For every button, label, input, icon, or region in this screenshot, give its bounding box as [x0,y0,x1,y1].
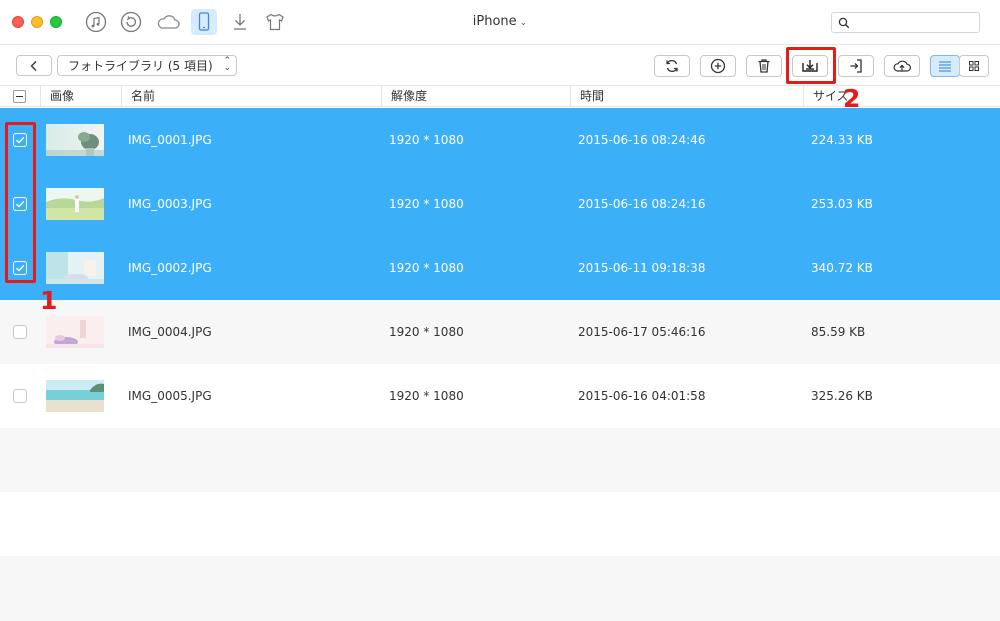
grid-view-icon [969,61,979,71]
refresh-button[interactable] [654,55,690,77]
table-row[interactable]: IMG_0004.JPG 1920 * 1080 2015-06-17 05:4… [0,300,1000,364]
trash-icon [758,59,770,73]
file-time: 2015-06-17 05:46:16 [578,325,706,339]
chevron-left-icon [30,60,37,71]
file-resolution: 1920 * 1080 [389,389,464,403]
grid-view-button[interactable] [959,55,989,77]
list-view-icon [939,61,951,72]
cloud-upload-icon [893,60,911,72]
table-row[interactable]: IMG_0001.JPG 1920 * 1080 2015-06-16 08:2… [0,108,1000,172]
table-row[interactable]: IMG_0002.JPG 1920 * 1080 2015-06-11 09:1… [0,236,1000,300]
file-name: IMG_0005.JPG [128,389,212,403]
column-image[interactable]: 画像 [40,86,121,107]
select-all-checkbox[interactable] [13,90,26,103]
column-resolution[interactable]: 解像度 [381,86,570,107]
title-bar: iPhone ⌄ [0,0,1000,45]
file-resolution: 1920 * 1080 [389,261,464,275]
table-row[interactable]: IMG_0005.JPG 1920 * 1080 2015-06-16 04:0… [0,364,1000,428]
file-size: 340.72 KB [811,261,873,275]
back-button[interactable] [16,55,52,76]
search-input[interactable] [831,12,980,33]
library-label: フォトライブラリ (5 項目) [68,59,213,73]
photo-thumbnail [46,380,104,412]
file-size: 325.26 KB [811,389,873,403]
annotation-step-1: 1 [40,286,58,315]
photo-thumbnail [46,124,104,156]
column-time[interactable]: 時間 [570,86,803,107]
refresh-icon [666,59,678,73]
file-resolution: 1920 * 1080 [389,325,464,339]
photo-thumbnail [46,252,104,284]
annotation-box-checkboxes [5,122,36,283]
list-view-button[interactable] [930,55,960,77]
photo-thumbnail [46,316,104,348]
empty-row [0,556,1000,621]
row-checkbox[interactable] [13,389,27,403]
file-name: IMG_0004.JPG [128,325,212,339]
cloud-upload-button[interactable] [884,55,920,77]
device-name: iPhone [472,14,517,29]
file-name: IMG_0003.JPG [128,197,212,211]
file-time: 2015-06-16 08:24:46 [578,133,706,147]
column-name[interactable]: 名前 [121,86,381,107]
file-name: IMG_0001.JPG [128,133,212,147]
add-icon [710,58,726,74]
photo-thumbnail [46,188,104,220]
updown-chevron-icon: ⌃ ⌄ [223,56,231,73]
file-size: 253.03 KB [811,197,873,211]
import-icon [850,59,862,73]
delete-button[interactable] [746,55,782,77]
file-name: IMG_0002.JPG [128,261,212,275]
file-time: 2015-06-11 09:18:38 [578,261,706,275]
file-size: 85.59 KB [811,325,866,339]
chevron-down-icon: ⌄ [519,18,528,28]
toolbar: フォトライブラリ (5 項目) ⌃ ⌄ [0,46,1000,86]
file-resolution: 1920 * 1080 [389,197,464,211]
empty-row [0,428,1000,492]
add-button[interactable] [700,55,736,77]
file-resolution: 1920 * 1080 [389,133,464,147]
file-time: 2015-06-16 08:24:16 [578,197,706,211]
import-button[interactable] [838,55,874,77]
empty-row [0,492,1000,556]
annotation-box-export [786,47,836,84]
file-size: 224.33 KB [811,133,873,147]
table-row[interactable]: IMG_0003.JPG 1920 * 1080 2015-06-16 08:2… [0,172,1000,236]
search-icon [838,17,850,29]
file-time: 2015-06-16 04:01:58 [578,389,706,403]
library-dropdown[interactable]: フォトライブラリ (5 項目) ⌃ ⌄ [57,55,237,76]
row-checkbox[interactable] [13,325,27,339]
annotation-step-2: 2 [843,84,861,113]
column-size[interactable]: サイズ [803,86,1000,107]
